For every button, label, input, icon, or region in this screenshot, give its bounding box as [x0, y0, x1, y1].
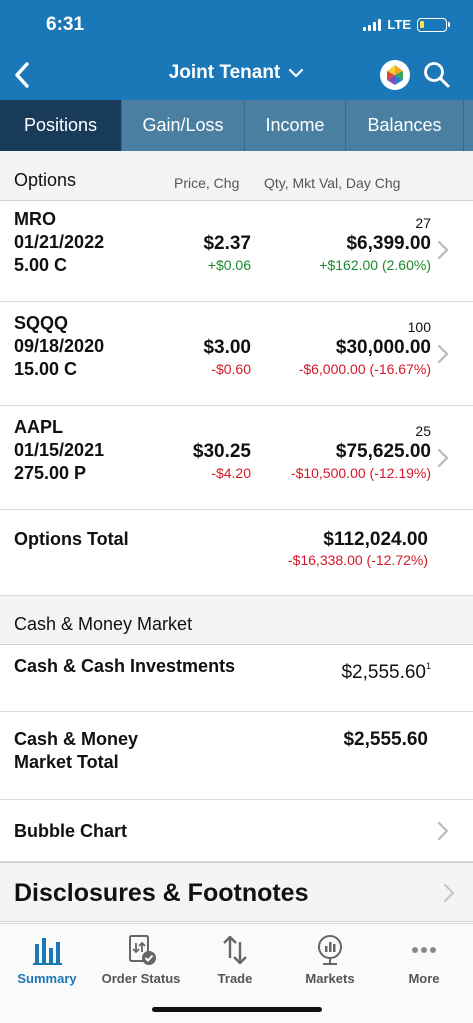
tab-positions[interactable]: Positions: [0, 100, 122, 151]
markets-globe-icon: [318, 935, 342, 965]
position-market-value: $75,625.00: [335, 441, 431, 462]
nav-label: Order Status: [101, 971, 181, 986]
position-expiry: 09/18/2020: [14, 336, 105, 356]
disclosures-label: Disclosures & Footnotes: [14, 879, 309, 907]
disclosures-row[interactable]: Disclosures & Footnotes: [0, 862, 473, 922]
position-symbol-block: SQQQ 09/18/2020 15.00 C: [14, 312, 104, 381]
position-price: $30.25: [192, 441, 251, 462]
bar-chart-icon: [33, 938, 62, 965]
position-expiry: 01/21/2022: [14, 232, 105, 252]
bubble-chart-label: Bubble Chart: [14, 821, 128, 841]
more-dots-icon: [412, 947, 436, 953]
cash-section-label: Cash & Money Market: [14, 614, 193, 634]
trade-arrows-icon: [223, 935, 247, 965]
nav-label: More: [408, 971, 440, 986]
tab-gain-loss[interactable]: Gain/Loss: [122, 100, 245, 151]
position-strike: 275.00 P: [14, 463, 87, 483]
position-row-aapl[interactable]: AAPL 01/15/2021 275.00 P $30.25 -$4.20 2…: [0, 406, 473, 510]
position-price: $2.37: [203, 233, 251, 254]
options-total-row: Options Total $112,024.00 -$16,338.00 (-…: [0, 510, 473, 596]
nav-summary[interactable]: Summary: [0, 930, 94, 986]
position-strike: 5.00 C: [14, 255, 68, 275]
position-price-change: -$0.60: [211, 361, 251, 377]
options-section-header: Options Price, Chg Qty, Mkt Val, Day Chg: [0, 151, 473, 201]
cash-investments-value: $2,555.60: [341, 662, 426, 683]
network-label: LTE: [387, 17, 411, 32]
chevron-right-icon: [437, 344, 449, 364]
cash-total-row: Cash & Money Market Total $2,555.60: [0, 712, 473, 800]
cash-investments-row[interactable]: Cash & Cash Investments $2,555.60 1: [0, 645, 473, 712]
position-market-value: $30,000.00: [335, 337, 431, 358]
cash-total-label-line1: Cash & Money: [14, 729, 139, 749]
position-symbol: SQQQ: [14, 313, 69, 333]
cash-total-value: $2,555.60: [343, 729, 428, 750]
signal-icon: [363, 18, 382, 31]
options-total-change: -$16,338.00 (-12.72%): [287, 552, 428, 568]
position-market-value: $6,399.00: [346, 233, 431, 254]
chevron-right-icon: [437, 821, 449, 841]
options-total-value: $112,024.00: [323, 529, 428, 550]
chevron-down-icon: [289, 68, 304, 78]
position-day-change: +$162.00 (2.60%): [319, 257, 431, 273]
chevron-right-icon: [444, 884, 454, 902]
chevron-right-icon: [437, 448, 449, 468]
nav-label: Summary: [17, 971, 77, 986]
bubble-chart-row[interactable]: Bubble Chart: [0, 800, 473, 862]
account-title: Joint Tenant: [168, 62, 281, 83]
position-price-change: -$4.20: [211, 465, 251, 481]
position-expiry: 01/15/2021: [14, 440, 105, 460]
nav-label: Trade: [217, 971, 253, 986]
nav-markets[interactable]: Markets: [283, 930, 377, 986]
cash-investments-label: Cash & Cash Investments: [14, 656, 236, 676]
tab-overflow[interactable]: [464, 100, 473, 151]
cash-section-header: Cash & Money Market: [0, 596, 473, 645]
nav-order-status[interactable]: Order Status: [94, 930, 188, 986]
position-day-change: -$10,500.00 (-12.19%): [290, 465, 431, 481]
position-quantity: 100: [407, 319, 431, 335]
top-bar: 6:31 LTE Joint Tenant: [0, 0, 473, 100]
options-section-label: Options: [14, 170, 77, 190]
footnote-marker[interactable]: 1: [426, 661, 431, 671]
position-price-change: +$0.06: [207, 257, 251, 273]
position-symbol-block: AAPL 01/15/2021 275.00 P: [14, 416, 104, 485]
position-row-mro[interactable]: MRO 01/21/2022 5.00 C $2.37 +$0.06 27 $6…: [0, 201, 473, 302]
position-symbol: MRO: [14, 209, 56, 229]
tab-income[interactable]: Income: [245, 100, 346, 151]
position-quantity: 25: [415, 423, 431, 439]
cash-total-label: Cash & Money Market Total: [14, 728, 138, 774]
home-indicator[interactable]: [152, 1007, 322, 1012]
status-indicators: LTE: [363, 17, 450, 32]
nav-more[interactable]: More: [377, 930, 471, 986]
position-day-change: -$6,000.00 (-16.67%): [298, 361, 431, 377]
position-symbol: AAPL: [14, 417, 63, 437]
price-chg-column-header: Price, Chg: [174, 175, 240, 191]
position-strike: 15.00 C: [14, 359, 78, 379]
qty-mktval-column-header: Qty, Mkt Val, Day Chg: [264, 175, 401, 191]
position-quantity: 27: [415, 215, 431, 231]
tab-bar: Positions Gain/Loss Income Balances: [0, 100, 473, 151]
logo-icon: [381, 61, 409, 89]
position-row-sqqq[interactable]: SQQQ 09/18/2020 15.00 C $3.00 -$0.60 100…: [0, 302, 473, 406]
order-status-icon: [129, 935, 156, 965]
position-price: $3.00: [203, 337, 251, 358]
tab-balances[interactable]: Balances: [346, 100, 464, 151]
battery-icon: [417, 17, 450, 32]
options-total-label: Options Total: [14, 529, 129, 549]
nav-trade[interactable]: Trade: [188, 930, 282, 986]
status-time: 6:31: [46, 14, 85, 35]
chevron-right-icon: [437, 240, 449, 260]
nav-label: Markets: [305, 971, 355, 986]
search-button[interactable]: [422, 60, 452, 90]
cash-total-label-line2: Market Total: [14, 752, 119, 772]
app-logo-button[interactable]: [380, 60, 410, 90]
position-symbol-block: MRO 01/21/2022 5.00 C: [14, 208, 104, 277]
search-icon: [424, 62, 450, 88]
